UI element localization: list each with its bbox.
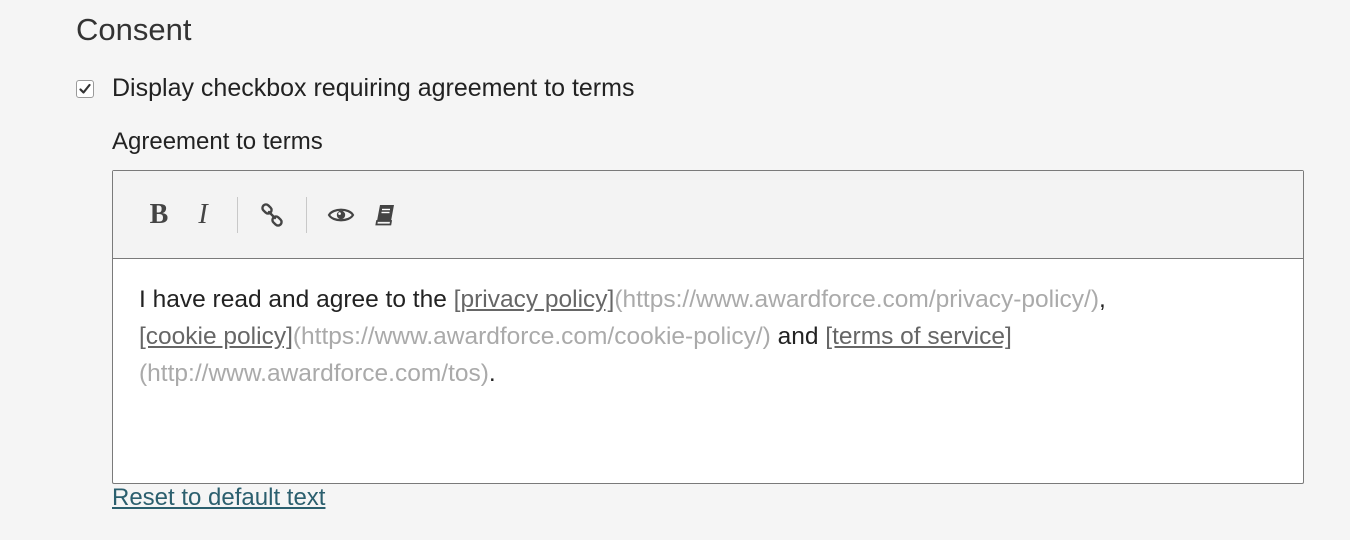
terms-of-service-link: [terms of service] (825, 323, 1012, 350)
reset-to-default-link[interactable]: Reset to default text (112, 484, 325, 512)
consent-checkbox[interactable] (76, 79, 94, 98)
toolbar-divider (237, 196, 238, 233)
checkmark-icon (79, 83, 91, 94)
agreement-text-separator: and (770, 323, 826, 350)
consent-checkbox-label[interactable]: Display checkbox requiring agreement to … (112, 74, 634, 103)
eye-icon (327, 208, 355, 221)
privacy-policy-link: [privacy policy] (453, 286, 615, 313)
agreement-text-separator: , (1099, 286, 1106, 313)
cookie-policy-url: (https://www.awardforce.com/cookie-polic… (292, 323, 771, 350)
agreement-text: I have read and agree to the (139, 286, 454, 313)
agreement-field-label: Agreement to terms (112, 128, 323, 155)
preview-button[interactable] (319, 193, 363, 237)
agreement-text-end: . (488, 360, 496, 387)
terms-of-service-url: (http://www.awardforce.com/tos) (139, 360, 489, 387)
privacy-policy-url: (https://www.awardforce.com/privacy-poli… (614, 286, 1100, 313)
link-icon (261, 202, 283, 227)
section-title: Consent (76, 12, 192, 47)
bold-button[interactable]: B (137, 193, 181, 237)
cookie-policy-link: [cookie policy] (139, 323, 293, 350)
book-icon (375, 204, 394, 225)
link-button[interactable] (250, 193, 294, 237)
markdown-editor: B I I have read and agree to the [privac… (112, 170, 1304, 484)
editor-toolbar: B I (113, 171, 1303, 259)
editor-textarea[interactable]: I have read and agree to the [privacy po… (113, 259, 1303, 414)
italic-button[interactable]: I (181, 193, 225, 237)
markdown-guide-button[interactable] (363, 193, 407, 237)
consent-checkbox-row[interactable]: Display checkbox requiring agreement to … (76, 74, 634, 103)
toolbar-divider (306, 196, 307, 233)
